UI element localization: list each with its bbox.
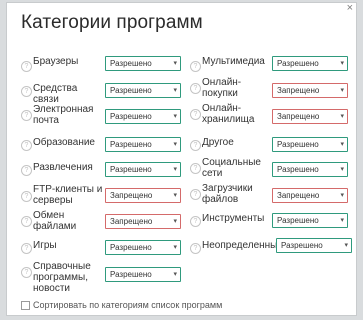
- permission-select[interactable]: Разрешено ▾: [105, 56, 181, 71]
- sort-label: Сортировать по категориям список програм…: [33, 300, 223, 310]
- category-label: Браузеры: [33, 56, 79, 67]
- help-icon[interactable]: ?: [21, 191, 32, 202]
- permission-value: Разрешено: [277, 165, 319, 174]
- category-label: Справочные программы, новости: [33, 261, 91, 294]
- category-label: Образование: [33, 137, 95, 148]
- permission-value: Разрешено: [110, 86, 152, 95]
- permission-value: Запрещено: [110, 217, 153, 226]
- chevron-down-icon: ▾: [340, 192, 344, 199]
- category-label: FTP-клиенты и серверы: [33, 184, 103, 206]
- permission-value: Разрешено: [110, 59, 152, 68]
- category-label: Электронная почта: [33, 104, 94, 126]
- permission-select[interactable]: Запрещено ▾: [272, 83, 348, 98]
- help-icon[interactable]: ?: [190, 109, 201, 120]
- category-label: Онлайн-хранилища: [202, 103, 255, 125]
- chevron-down-icon: ▾: [173, 141, 177, 148]
- help-icon[interactable]: ?: [21, 61, 32, 72]
- categories-dialog: Категории программ × ? Браузеры Разрешено ▾…: [6, 2, 357, 316]
- category-label: Социальные сети: [202, 157, 261, 179]
- permission-value: Запрещено: [110, 191, 153, 200]
- chevron-down-icon: ▾: [173, 166, 177, 173]
- chevron-down-icon: ▾: [173, 87, 177, 94]
- permission-value: Разрешено: [110, 243, 152, 252]
- permission-select[interactable]: Запрещено ▾: [272, 109, 348, 124]
- chevron-down-icon: ▾: [340, 141, 344, 148]
- chevron-down-icon: ▾: [173, 113, 177, 120]
- permission-select[interactable]: Разрешено ▾: [272, 162, 348, 177]
- permission-select[interactable]: Разрешено ▾: [272, 137, 348, 152]
- chevron-down-icon: ▾: [173, 218, 177, 225]
- category-label: Обмен файлами: [33, 210, 77, 232]
- category-label: Загрузчики файлов: [202, 183, 253, 205]
- permission-select[interactable]: Запрещено ▾: [105, 188, 181, 203]
- close-icon[interactable]: ×: [347, 3, 353, 14]
- category-label: Игры: [33, 240, 57, 251]
- permission-value: Разрешено: [110, 165, 152, 174]
- permission-value: Разрешено: [277, 140, 319, 149]
- chevron-down-icon: ▾: [340, 113, 344, 120]
- chevron-down-icon: ▾: [340, 217, 344, 224]
- permission-select[interactable]: Разрешено ▾: [105, 240, 181, 255]
- chevron-down-icon: ▾: [173, 271, 177, 278]
- permission-select[interactable]: Разрешено ▾: [105, 83, 181, 98]
- permission-select[interactable]: Разрешено ▾: [276, 238, 352, 253]
- permission-select[interactable]: Разрешено ▾: [105, 267, 181, 282]
- permission-select[interactable]: Разрешено ▾: [272, 56, 348, 71]
- permission-value: Разрешено: [277, 59, 319, 68]
- permission-value: Разрешено: [277, 216, 319, 225]
- help-icon[interactable]: ?: [21, 216, 32, 227]
- category-label: Развлечения: [33, 162, 93, 173]
- category-label: Средства связи: [33, 83, 78, 105]
- help-icon[interactable]: ?: [21, 86, 32, 97]
- help-icon[interactable]: ?: [21, 267, 32, 278]
- permission-value: Разрешено: [281, 241, 323, 250]
- permission-select[interactable]: Разрешено ▾: [272, 213, 348, 228]
- help-icon[interactable]: ?: [190, 243, 201, 254]
- category-label: Мультимедиа: [202, 56, 265, 67]
- dialog-title: Категории программ: [21, 12, 203, 33]
- sort-option[interactable]: Сортировать по категориям список програм…: [21, 300, 222, 310]
- permission-select[interactable]: Разрешено ▾: [105, 162, 181, 177]
- help-icon[interactable]: ?: [21, 110, 32, 121]
- help-icon[interactable]: ?: [21, 165, 32, 176]
- chevron-down-icon: ▾: [173, 192, 177, 199]
- help-icon[interactable]: ?: [190, 140, 201, 151]
- permission-select[interactable]: Запрещено ▾: [105, 214, 181, 229]
- help-icon[interactable]: ?: [21, 140, 32, 151]
- permission-select[interactable]: Разрешено ▾: [105, 137, 181, 152]
- chevron-down-icon: ▾: [340, 87, 344, 94]
- permission-value: Разрешено: [110, 140, 152, 149]
- chevron-down-icon: ▾: [173, 60, 177, 67]
- category-label: Неопределенные: [202, 240, 283, 251]
- help-icon[interactable]: ?: [190, 189, 201, 200]
- permission-value: Запрещено: [277, 191, 320, 200]
- help-icon[interactable]: ?: [190, 216, 201, 227]
- category-label: Другое: [202, 137, 234, 148]
- permission-select[interactable]: Запрещено ▾: [272, 188, 348, 203]
- help-icon[interactable]: ?: [190, 61, 201, 72]
- chevron-down-icon: ▾: [340, 166, 344, 173]
- chevron-down-icon: ▾: [173, 244, 177, 251]
- help-icon[interactable]: ?: [21, 243, 32, 254]
- category-label: Инструменты: [202, 213, 265, 224]
- help-icon[interactable]: ?: [190, 83, 201, 94]
- permission-value: Разрешено: [110, 270, 152, 279]
- sort-checkbox[interactable]: [21, 300, 30, 310]
- permission-value: Разрешено: [110, 112, 152, 121]
- chevron-down-icon: ▾: [344, 242, 348, 249]
- permission-value: Запрещено: [277, 112, 320, 121]
- help-icon[interactable]: ?: [190, 163, 201, 174]
- permission-value: Запрещено: [277, 86, 320, 95]
- permission-select[interactable]: Разрешено ▾: [105, 109, 181, 124]
- category-label: Онлайн-покупки: [202, 77, 242, 99]
- chevron-down-icon: ▾: [340, 60, 344, 67]
